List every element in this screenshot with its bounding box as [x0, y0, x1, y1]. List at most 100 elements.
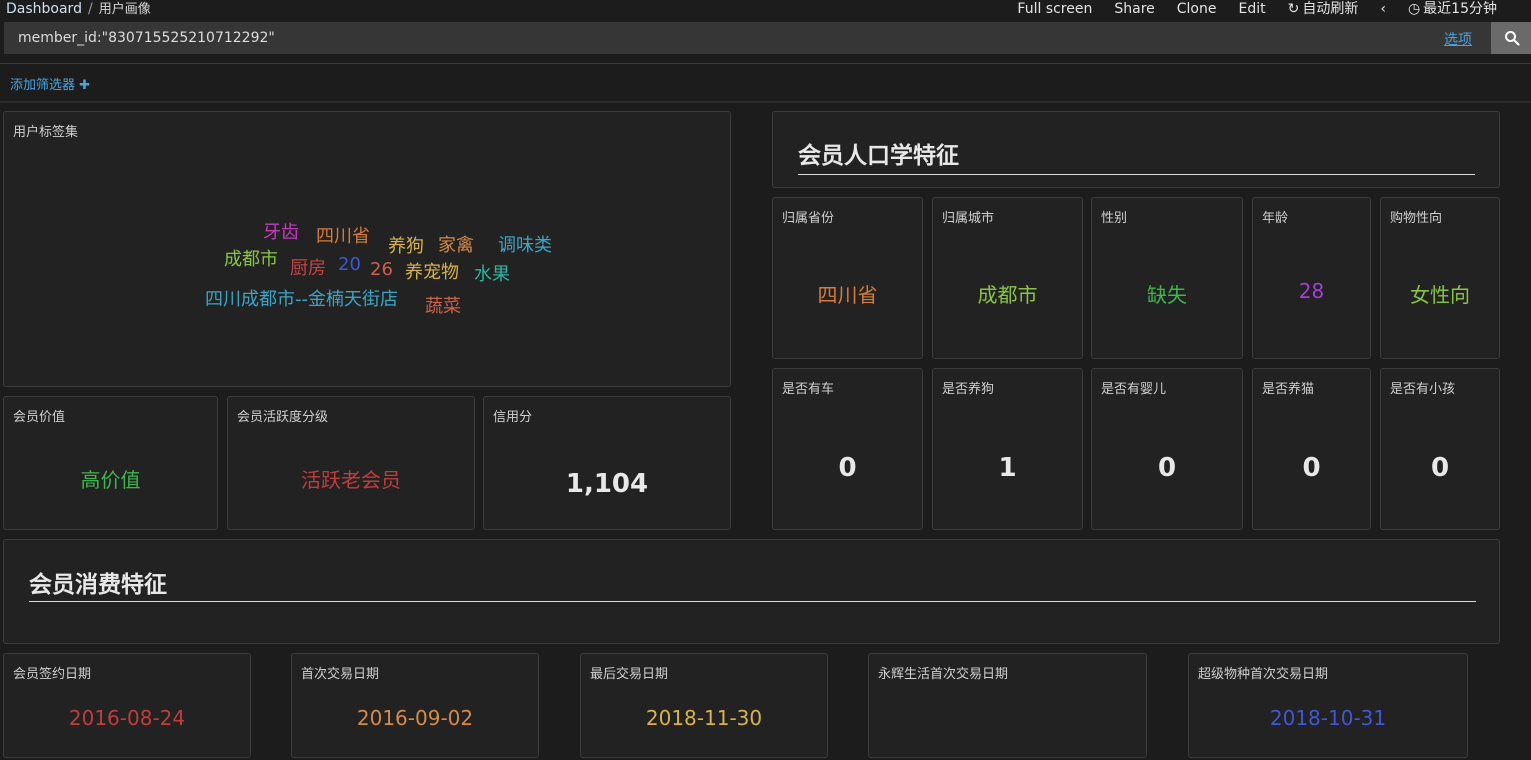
- metric-panel: 会员签约日期 2016-08-24: [3, 653, 251, 758]
- panel-title: 是否有小孩: [1390, 382, 1456, 397]
- member-activity-value: 活跃老会员: [301, 468, 401, 492]
- tag-cloud-word[interactable]: 20: [338, 254, 361, 275]
- member-value-panel: 会员价值 高价值: [3, 396, 218, 530]
- metric-panel: 归属城市成都市: [932, 197, 1083, 359]
- metric-panel: 是否有小孩 0: [1380, 368, 1500, 530]
- metric-value: 成都市: [977, 283, 1038, 307]
- metric-value: 1: [998, 453, 1017, 483]
- fullscreen-button[interactable]: Full screen: [1017, 0, 1092, 18]
- time-picker-button[interactable]: ◷ 最近15分钟: [1408, 0, 1497, 18]
- top-nav-bar: Dashboard / 用户画像 Full screen Share Clone E…: [0, 0, 1531, 18]
- panel-title: 是否养猫: [1262, 382, 1315, 397]
- add-filter-label: 添加筛选器: [10, 78, 76, 93]
- panel-title: 性别: [1101, 211, 1128, 226]
- time-back-button[interactable]: ‹: [1380, 0, 1386, 18]
- panel-title: 是否养狗: [942, 382, 995, 397]
- panel-title: 是否有婴儿: [1101, 382, 1167, 397]
- search-icon: [1505, 31, 1520, 46]
- credit-score-panel: 信用分 1,104: [483, 396, 731, 530]
- breadcrumb-current: 用户画像: [98, 2, 151, 17]
- breadcrumb-separator: /: [87, 1, 93, 17]
- panel-title: 最后交易日期: [590, 667, 669, 682]
- panel-title: 信用分: [493, 410, 533, 425]
- panel-title: 用户标签集: [13, 125, 79, 140]
- divider: [0, 63, 1531, 64]
- breadcrumb: Dashboard / 用户画像: [6, 0, 151, 19]
- tag-cloud-panel: 用户标签集 牙齿 四川省 养狗 家禽 调味类成都市 厨房 20 26 养宠物 水果四川成都市--金…: [3, 111, 731, 387]
- divider: [0, 101, 1531, 103]
- tag-cloud-word[interactable]: 四川省: [316, 222, 370, 248]
- tag-cloud-word[interactable]: 四川成都市--金楠天街店: [205, 285, 398, 311]
- tag-cloud-word[interactable]: 调味类: [498, 231, 552, 257]
- section-heading: 会员人口学特征: [798, 143, 959, 169]
- panel-title: 会员活跃度分级: [237, 410, 329, 425]
- chevron-left-icon: ‹: [1380, 1, 1386, 17]
- metric-panel: 购物性向女性向: [1380, 197, 1500, 359]
- panel-title: 会员价值: [13, 410, 66, 425]
- plus-icon: ✚: [79, 78, 91, 93]
- tag-cloud-word[interactable]: 牙齿: [263, 218, 299, 244]
- metric-panel: 永辉生活首次交易日期: [868, 653, 1147, 758]
- top-menu: Full screen Share Clone Edit ↻ 自动刷新 ‹ ◷ 最近…: [1017, 0, 1497, 18]
- tag-cloud-word[interactable]: 厨房: [290, 254, 326, 280]
- share-button[interactable]: Share: [1114, 0, 1154, 18]
- metric-panel: 超级物种首次交易日期 2018-10-31: [1188, 653, 1468, 758]
- query-bar: 选项: [4, 22, 1531, 54]
- add-filter-button[interactable]: 添加筛选器 ✚: [10, 74, 90, 93]
- auto-refresh-label: 自动刷新: [1302, 1, 1359, 17]
- auto-refresh-button[interactable]: ↻ 自动刷新: [1288, 0, 1359, 18]
- metric-panel: 首次交易日期 2016-09-02: [291, 653, 539, 758]
- panel-title: 购物性向: [1390, 211, 1443, 226]
- credit-score-value: 1,104: [565, 469, 649, 499]
- metric-value: 0: [1157, 453, 1177, 483]
- panel-title: 是否有车: [782, 382, 835, 397]
- tag-cloud-word[interactable]: 水果: [474, 260, 510, 286]
- metric-panel: 归属省份四川省: [772, 197, 923, 359]
- tag-cloud-word[interactable]: 成都市: [224, 245, 278, 271]
- panel-title: 永辉生活首次交易日期: [878, 667, 1009, 682]
- clock-icon: ◷: [1407, 1, 1421, 17]
- breadcrumb-dashboard-link[interactable]: Dashboard: [6, 1, 82, 17]
- demographics-heading-panel: 会员人口学特征: [772, 111, 1500, 188]
- metric-panel: 是否有婴儿 0: [1091, 368, 1243, 530]
- metric-value: 28: [1298, 279, 1325, 303]
- metric-panel: 是否养猫 0: [1252, 368, 1371, 530]
- metric-panel: 是否养狗 1: [932, 368, 1083, 530]
- panel-title: 归属省份: [782, 211, 835, 226]
- panel-title: 首次交易日期: [301, 667, 380, 682]
- tag-cloud-word[interactable]: 养狗: [388, 232, 424, 258]
- metric-panel: 是否有车 0: [772, 368, 923, 530]
- metric-panel: 年龄 28: [1252, 197, 1371, 359]
- tag-cloud-word[interactable]: 26: [370, 259, 393, 280]
- options-link[interactable]: 选项: [1444, 29, 1472, 49]
- metric-value: 0: [838, 453, 857, 483]
- metric-value: 四川省: [817, 283, 878, 307]
- metric-value: 女性向: [1410, 283, 1470, 307]
- clone-button[interactable]: Clone: [1177, 0, 1217, 18]
- search-input[interactable]: [4, 22, 1489, 54]
- panel-title: 会员签约日期: [13, 667, 92, 682]
- metric-value: 0: [1302, 453, 1321, 483]
- panel-title: 归属城市: [942, 211, 995, 226]
- metric-value: 2016-08-24: [68, 706, 186, 730]
- consumption-heading-panel: 会员消费特征: [3, 539, 1500, 644]
- tag-cloud-word[interactable]: 蔬菜: [425, 292, 461, 318]
- metric-value: 缺失: [1147, 283, 1187, 307]
- search-button[interactable]: [1491, 22, 1531, 54]
- panel-title: 超级物种首次交易日期: [1198, 667, 1329, 682]
- metric-panel: 性别缺失: [1091, 197, 1243, 359]
- tag-cloud-word[interactable]: 养宠物: [405, 258, 459, 284]
- member-value: 高价值: [80, 468, 141, 492]
- tag-cloud-word[interactable]: 家禽: [438, 231, 474, 257]
- heading-underline: [798, 174, 1475, 175]
- metric-panel: 最后交易日期 2018-11-30: [580, 653, 828, 758]
- refresh-icon: ↻: [1287, 1, 1300, 17]
- edit-button[interactable]: Edit: [1238, 0, 1265, 18]
- metric-value: 2016-09-02: [356, 706, 474, 730]
- metric-value: 2018-11-30: [645, 706, 763, 730]
- metric-value: 0: [1430, 453, 1450, 483]
- time-range-label: 最近15分钟: [1423, 1, 1497, 17]
- heading-underline: [29, 601, 1476, 602]
- section-heading: 会员消费特征: [29, 572, 167, 598]
- metric-value: 2018-10-31: [1269, 706, 1387, 730]
